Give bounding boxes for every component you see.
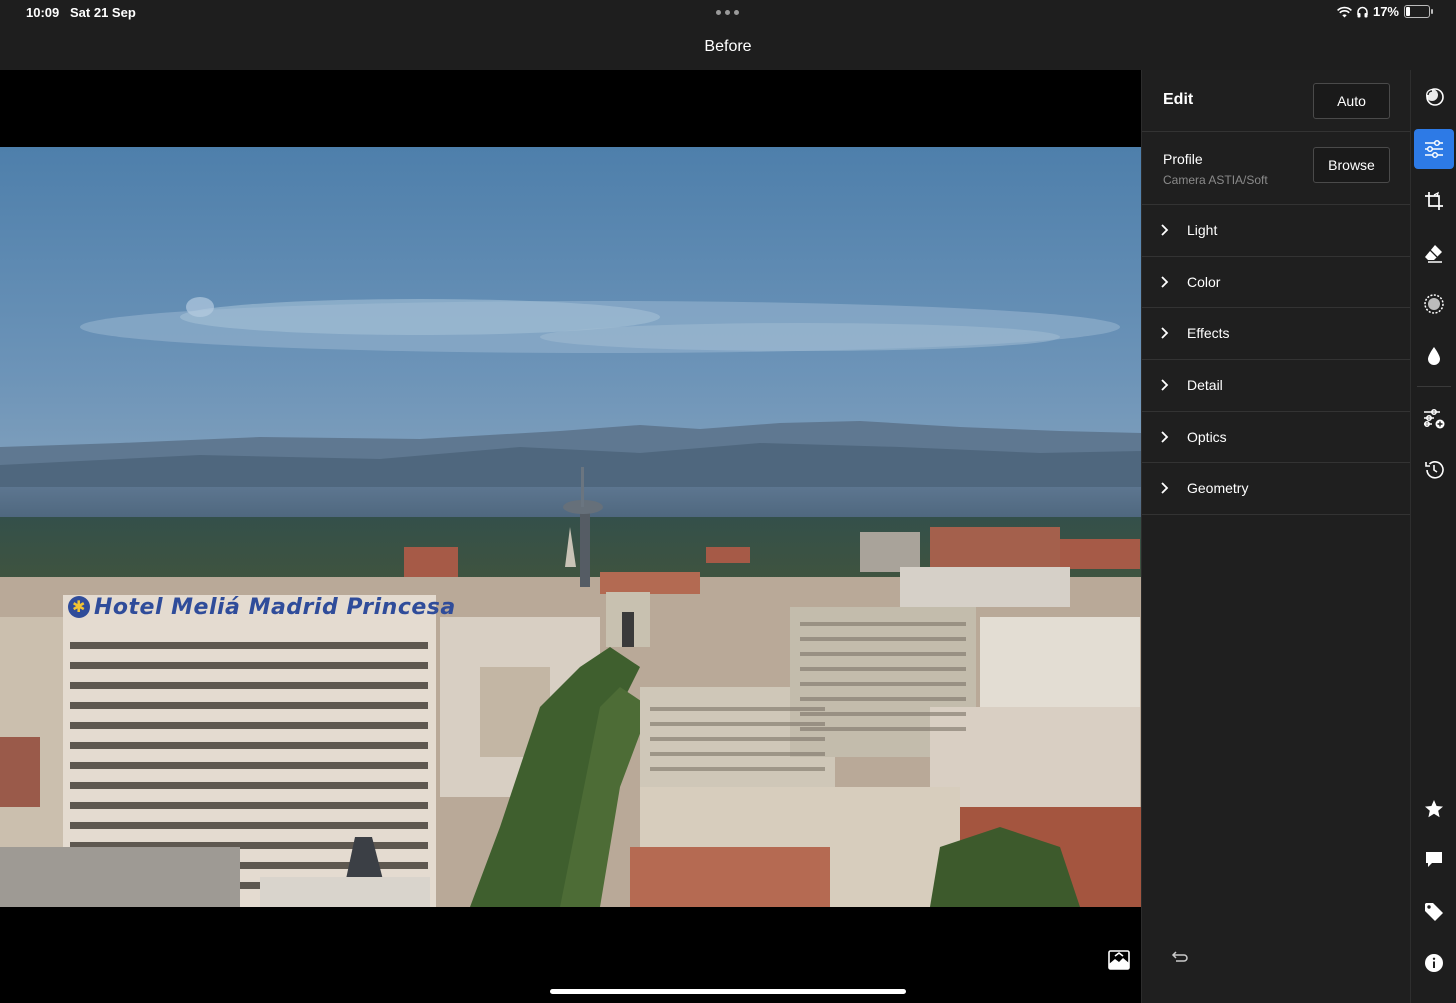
undo-icon[interactable]: [1170, 950, 1188, 966]
info-icon: [1425, 954, 1443, 972]
image-canvas[interactable]: ✱ Hotel Meliá Madrid Princesa: [0, 70, 1141, 1003]
chevron-right-icon: [1161, 276, 1169, 288]
rating-star-icon: [1425, 800, 1443, 818]
chevron-right-icon: [1161, 431, 1169, 443]
edit-panel-header: Edit Auto: [1142, 70, 1410, 132]
battery-percent: 17%: [1372, 4, 1399, 19]
edit-sliders-icon: [1425, 139, 1443, 159]
page-title: Before: [704, 38, 752, 55]
auto-button[interactable]: Auto: [1313, 83, 1390, 119]
section-label-optics: Optics: [1187, 428, 1227, 445]
home-indicator[interactable]: [550, 989, 906, 994]
masking-icon: [1424, 294, 1444, 314]
wifi-icon: [1337, 6, 1352, 17]
battery-icon: [1404, 5, 1433, 18]
hotel-sign-text: Hotel Meliá Madrid Princesa: [94, 595, 456, 620]
tool-rating[interactable]: [1414, 789, 1454, 829]
chevron-right-icon: [1161, 379, 1169, 391]
multitasking-dots-icon[interactable]: [716, 10, 739, 15]
section-label-light: Light: [1187, 222, 1218, 238]
profile-value: Camera ASTIA/Soft: [1163, 173, 1268, 187]
status-date: Sat 21 Sep: [70, 5, 136, 20]
profile-label: Profile: [1163, 151, 1203, 167]
history-icon: [1425, 461, 1444, 479]
edit-panel: Edit Auto Profile Camera ASTIA/Soft Brow…: [1141, 70, 1410, 1003]
tool-history[interactable]: [1414, 450, 1454, 490]
browse-profiles-button[interactable]: Browse: [1313, 147, 1390, 183]
status-bar: 10:09 Sat 21 Sep 17%: [0, 0, 1456, 26]
section-label-color: Color: [1187, 273, 1221, 290]
tool-strip: [1410, 70, 1456, 1003]
chevron-right-icon: [1161, 482, 1169, 495]
toolbar-divider: [1417, 386, 1451, 387]
tool-healing[interactable]: [1414, 233, 1454, 273]
section-label-effects: Effects: [1187, 325, 1230, 342]
chevron-right-icon: [1161, 327, 1169, 340]
edit-panel-title: Edit: [1163, 91, 1194, 108]
photo-preview[interactable]: ✱ Hotel Meliá Madrid Princesa: [0, 147, 1141, 907]
tool-masking[interactable]: [1414, 284, 1454, 324]
tool-tags[interactable]: [1414, 892, 1454, 932]
tool-edit[interactable]: [1414, 129, 1454, 169]
battery-level: [1406, 7, 1410, 16]
section-detail[interactable]: Detail: [1142, 360, 1410, 412]
sign-star-icon: ✱: [68, 596, 90, 618]
section-effects[interactable]: Effects: [1142, 308, 1410, 361]
section-geometry[interactable]: Geometry: [1142, 463, 1410, 516]
title-bar: Before: [0, 26, 1456, 70]
tool-blur[interactable]: [1414, 336, 1454, 376]
section-light[interactable]: Light: [1142, 205, 1410, 257]
presets-icon: [1426, 88, 1444, 106]
tool-crop[interactable]: [1414, 181, 1454, 221]
before-after-compare-icon[interactable]: [1108, 950, 1130, 970]
section-optics[interactable]: Optics: [1142, 412, 1410, 464]
crop-icon: [1425, 191, 1443, 210]
section-label-geometry: Geometry: [1187, 480, 1249, 497]
section-color[interactable]: Color: [1142, 257, 1410, 309]
tool-versions[interactable]: [1414, 399, 1454, 439]
tag-icon: [1425, 903, 1443, 921]
hotel-sign: ✱ Hotel Meliá Madrid Princesa: [68, 595, 456, 620]
blur-drop-icon: [1428, 347, 1440, 365]
tool-presets[interactable]: [1414, 77, 1454, 117]
chevron-right-icon: [1161, 224, 1169, 236]
profile-row: Profile Camera ASTIA/Soft Browse: [1142, 132, 1410, 205]
comments-icon: [1426, 852, 1442, 867]
status-time: 10:09: [26, 5, 60, 20]
city-photo: [0, 147, 1141, 907]
section-label-detail: Detail: [1187, 377, 1223, 394]
versions-sliders-icon: [1424, 409, 1445, 429]
tool-comments[interactable]: [1414, 840, 1454, 880]
headphones-icon: [1357, 6, 1368, 17]
tool-info[interactable]: [1414, 943, 1454, 983]
status-right: 17%: [1337, 4, 1433, 19]
healing-eraser-icon: [1425, 245, 1442, 263]
